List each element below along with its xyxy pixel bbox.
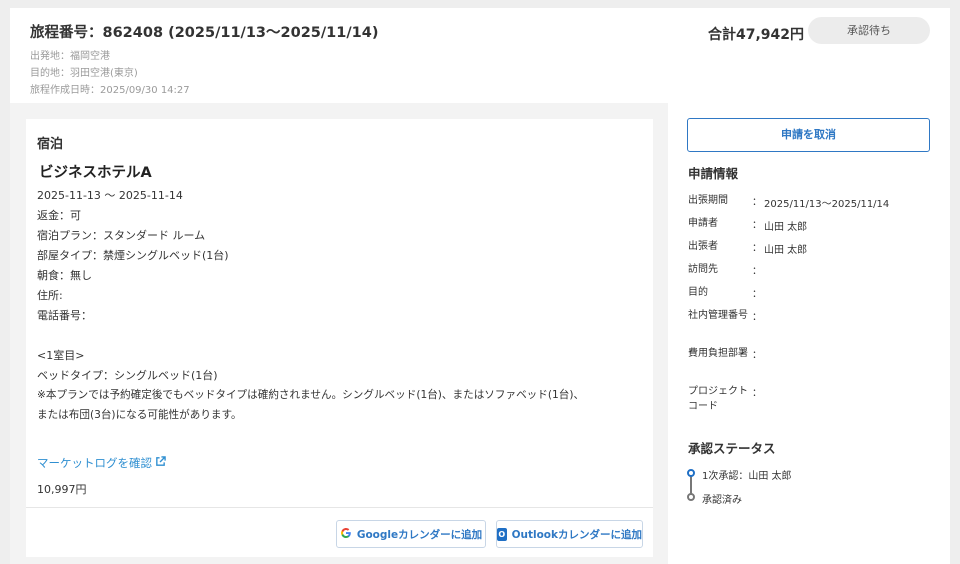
market-log-label: マーケットログを確認 [37, 456, 152, 470]
info-label: 出張期間 [688, 195, 728, 206]
google-g-icon [340, 527, 352, 542]
outlook-calendar-button[interactable]: O Outlookカレンダーに追加 [496, 520, 643, 548]
info-label: プロジェクトコード [688, 386, 748, 412]
google-calendar-label: Googleカレンダーに追加 [356, 528, 483, 541]
trip-header: 旅程番号：862408 (2025/11/13〜2025/11/14) 出発地：… [10, 8, 950, 103]
hotel-name: ビジネスホテルA [39, 165, 152, 181]
timeline-dot-done [687, 493, 695, 501]
info-colon: ： [752, 289, 762, 300]
bed-type-text: ベッドタイプ：シングルベッド(1台) [37, 369, 218, 382]
room-header: <1室目> [37, 349, 85, 362]
info-label: 目的 [688, 287, 708, 298]
info-label: 申請者 [688, 218, 718, 229]
external-link-icon [155, 456, 166, 470]
info-label: 社内管理番号 [688, 310, 748, 321]
info-colon: ： [752, 388, 762, 399]
lodging-price: 10,997円 [37, 483, 87, 496]
plan-text: 宿泊プラン：スタンダード ルーム [37, 229, 206, 242]
status-badge: 承認待ち [808, 17, 930, 44]
lodging-card: 宿泊 ビジネスホテルA 2025-11-13 〜 2025-11-14 返金：可… [26, 119, 653, 557]
info-colon: ： [752, 312, 762, 323]
outlook-icon: O [497, 527, 507, 541]
trip-title: 旅程番号：862408 (2025/11/13〜2025/11/14) [30, 25, 379, 41]
info-colon: ： [752, 220, 762, 231]
main-content: 宿泊 ビジネスホテルA 2025-11-13 〜 2025-11-14 返金：可… [10, 103, 668, 564]
info-colon: ： [752, 197, 762, 208]
sidebar: 申請を取消 申請情報 出張期間 ： 2025/11/13〜2025/11/14 … [668, 103, 950, 564]
approval-step: 承認済み [702, 495, 742, 506]
section-title: 宿泊 [37, 137, 64, 152]
room-type-text: 部屋タイプ：禁煙シングルベッド(1台) [37, 249, 229, 262]
info-value: 2025/11/13〜2025/11/14 [764, 199, 890, 210]
phone-text: 電話番号： [37, 309, 92, 322]
total-amount: 合計47,942円 [708, 27, 805, 43]
breakfast-text: 朝食：無し [37, 269, 92, 282]
created-text: 旅程作成日時：2025/09/30 14:27 [30, 85, 190, 96]
note-line-2: または布団(3台)になる可能性があります。 [37, 409, 242, 421]
info-colon: ： [752, 243, 762, 254]
info-label: 訪問先 [688, 264, 718, 275]
info-value: 山田 太郎 [764, 222, 808, 233]
approval-status-title: 承認ステータス [688, 441, 776, 456]
outlook-calendar-label: Outlookカレンダーに追加 [511, 528, 642, 541]
approval-step: 1次承認：山田 太郎 [702, 471, 792, 482]
market-log-link[interactable]: マーケットログを確認 [37, 455, 166, 471]
timeline-dot-active [687, 469, 695, 477]
info-colon: ： [752, 266, 762, 277]
google-calendar-button[interactable]: Googleカレンダーに追加 [336, 520, 486, 548]
timeline-connector [690, 475, 692, 495]
application-info-title: 申請情報 [688, 166, 739, 181]
refund-text: 返金：可 [37, 209, 81, 222]
cancel-application-button[interactable]: 申請を取消 [687, 118, 930, 152]
note-line-1: ※本プランでは予約確定後でもベッドタイプは確約されません。シングルベッド(1台)… [37, 389, 585, 401]
info-value: 山田 太郎 [764, 245, 808, 256]
address-text: 住所: [37, 289, 63, 302]
info-colon: ： [752, 350, 762, 361]
destination-text: 目的地：羽田空港(東京) [30, 68, 138, 79]
stay-dates: 2025-11-13 〜 2025-11-14 [37, 189, 183, 202]
departure-text: 出発地：福岡空港 [30, 51, 110, 62]
divider [26, 507, 653, 508]
info-label: 出張者 [688, 241, 718, 252]
info-label: 費用負担部署 [688, 348, 748, 359]
